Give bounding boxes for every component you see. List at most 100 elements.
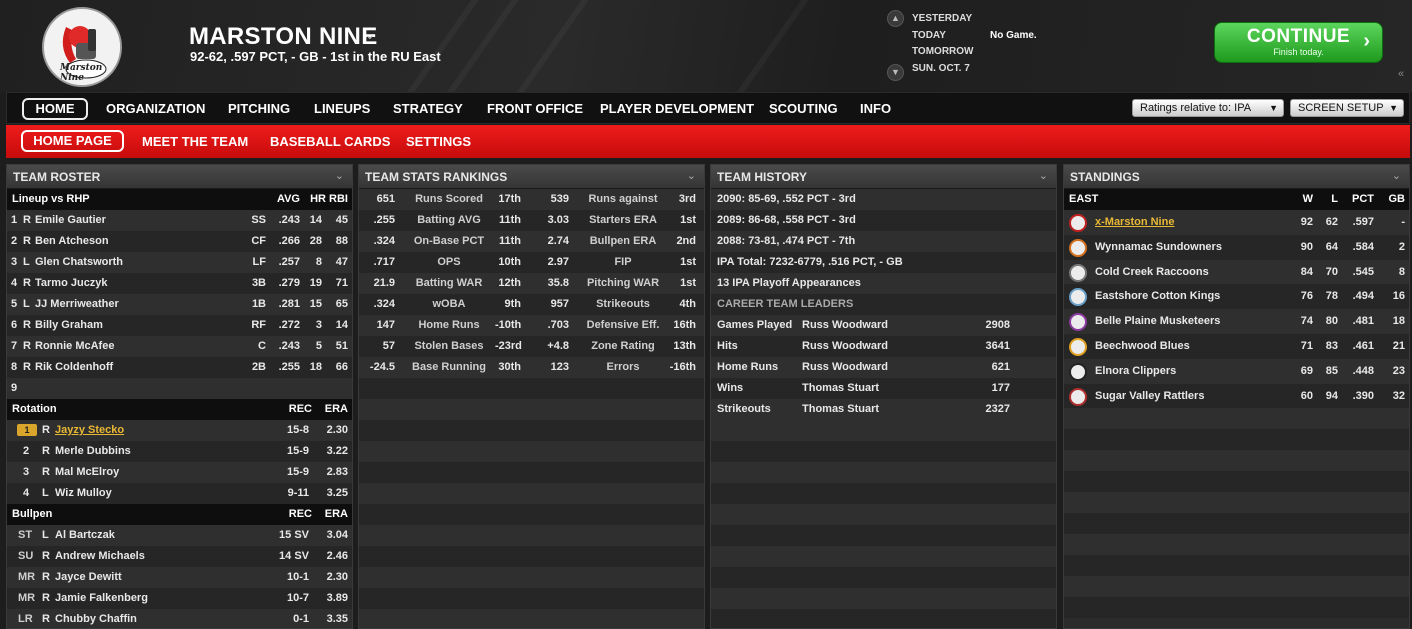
leader-name[interactable]: Thomas Stuart xyxy=(802,382,879,394)
player-name[interactable]: Merle Dubbins xyxy=(55,445,131,457)
team-stats-panel: TEAM STATS RANKINGS ⌄ 651 Runs Scored 17th… xyxy=(358,164,705,629)
rotation-row[interactable]: 4 L Wiz Mulloy 9-11 3.25 xyxy=(7,483,352,504)
team-name[interactable]: Beechwood Blues xyxy=(1095,340,1190,352)
rbi: 51 xyxy=(335,340,348,352)
chevron-down-icon[interactable]: ▼ xyxy=(887,64,904,81)
bullpen-row[interactable]: MR R Jamie Falkenberg 10-7 3.89 xyxy=(7,588,352,609)
leader-name[interactable]: Russ Woodward xyxy=(802,319,888,331)
standings-row[interactable]: Sugar Valley Rattlers 60 94 .390 32 xyxy=(1064,383,1409,409)
rotation-row[interactable]: 3 R Mal McElroy 15-9 2.83 xyxy=(7,462,352,483)
bullpen-row[interactable]: MR R Jayce Dewitt 10-1 2.30 xyxy=(7,567,352,588)
standings-row[interactable]: Elnora Clippers 69 85 .448 23 xyxy=(1064,358,1409,384)
bullpen-row[interactable]: LR R Chubby Chaffin 0-1 3.35 xyxy=(7,609,352,628)
team-name[interactable]: Belle Plaine Musketeers xyxy=(1095,315,1220,327)
chevron-down-icon[interactable]: ⌄ xyxy=(335,169,344,182)
games-back: - xyxy=(1401,216,1405,228)
chevron-down-icon[interactable]: ⌄ xyxy=(1039,169,1048,182)
lineup-row[interactable]: 8 R Rik Coldenhoff 2B .255 18 66 xyxy=(7,357,352,378)
nav-strategy[interactable]: STRATEGY xyxy=(393,101,463,116)
continue-button[interactable]: CONTINUE Finish today. › xyxy=(1214,22,1383,63)
bullpen-row[interactable]: ST L Al Bartczak 15 SV 3.04 xyxy=(7,525,352,546)
lineup-row[interactable]: 2 R Ben Atcheson CF .266 28 88 xyxy=(7,231,352,252)
nav-lineups[interactable]: LINEUPS xyxy=(314,101,370,116)
day-yesterday[interactable]: YESTERDAY xyxy=(912,13,972,24)
player-name[interactable]: Rik Coldenhoff xyxy=(35,361,113,373)
team-logo[interactable]: Marston Nine xyxy=(42,7,122,87)
era: 3.35 xyxy=(326,613,348,625)
lineup-row[interactable]: 9 xyxy=(7,378,352,399)
empty-row xyxy=(359,462,704,483)
team-name[interactable]: x-Marston Nine xyxy=(1095,216,1174,228)
leader-name[interactable]: Russ Woodward xyxy=(802,361,888,373)
lineup-row[interactable]: 4 R Tarmo Juczyk 3B .279 19 71 xyxy=(7,273,352,294)
bullpen-row[interactable]: SU R Andrew Michaels 14 SV 2.46 xyxy=(7,546,352,567)
ratings-select[interactable]: Ratings relative to: IPA ▼ xyxy=(1132,99,1284,117)
nav-info[interactable]: INFO xyxy=(860,101,891,116)
screen-setup-select[interactable]: SCREEN SETUP ▼ xyxy=(1290,99,1404,117)
lineup-row[interactable]: 5 L JJ Merriweather 1B .281 15 65 xyxy=(7,294,352,315)
panel-title: TEAM HISTORY xyxy=(717,170,808,184)
player-name[interactable]: Ben Atcheson xyxy=(35,235,109,247)
team-name[interactable]: Cold Creek Raccoons xyxy=(1095,266,1209,278)
standings-row[interactable]: Belle Plaine Musketeers 74 80 .481 18 xyxy=(1064,309,1409,334)
nav-front-office[interactable]: FRONT OFFICE xyxy=(487,101,583,116)
stat-label: Defensive Eff. xyxy=(586,319,660,331)
nav-home[interactable]: HOME xyxy=(22,98,88,120)
position: RF xyxy=(251,319,266,331)
team-roster-panel: TEAM ROSTER ⌄ Lineup vs RHP AVG HR RBI 1 R Emi… xyxy=(6,164,353,629)
day-tomorrow[interactable]: TOMORROW xyxy=(912,46,973,57)
chevron-down-icon[interactable]: ⌄ xyxy=(1392,169,1401,182)
subnav-baseball-cards[interactable]: BASEBALL CARDS xyxy=(270,134,390,149)
player-name[interactable]: Wiz Mulloy xyxy=(55,487,112,499)
player-name[interactable]: Billy Graham xyxy=(35,319,103,331)
subnav-meet-the-team[interactable]: MEET THE TEAM xyxy=(142,134,248,149)
chevron-up-icon[interactable]: ▲ xyxy=(887,10,904,27)
standings-row[interactable]: Beechwood Blues 71 83 .461 21 xyxy=(1064,333,1409,359)
team-name[interactable]: Eastshore Cotton Kings xyxy=(1095,290,1220,302)
team-name[interactable]: Wynnamac Sundowners xyxy=(1095,241,1222,253)
nav-organization[interactable]: ORGANIZATION xyxy=(106,101,205,116)
standings-row[interactable]: Eastshore Cotton Kings 76 78 .494 16 xyxy=(1064,284,1409,310)
nav-player-development[interactable]: PLAYER DEVELOPMENT xyxy=(600,101,754,116)
player-name[interactable]: Andrew Michaels xyxy=(55,550,145,562)
day-next[interactable]: SUN. OCT. 7 xyxy=(912,63,970,74)
player-name[interactable]: Ronnie McAfee xyxy=(35,340,114,352)
player-name[interactable]: Jayce Dewitt xyxy=(55,571,122,583)
nav-pitching[interactable]: PITCHING xyxy=(228,101,290,116)
team-name[interactable]: Elnora Clippers xyxy=(1095,365,1176,377)
lineup-row[interactable]: 6 R Billy Graham RF .272 3 14 xyxy=(7,315,352,336)
bats-hand: R xyxy=(23,361,31,373)
lineup-row[interactable]: 7 R Ronnie McAfee C .243 5 51 xyxy=(7,336,352,357)
player-name[interactable]: Emile Gautier xyxy=(35,214,106,226)
rotation-row[interactable]: 1 R Jayzy Stecko 15-8 2.30 xyxy=(7,420,352,441)
chevron-down-icon[interactable]: ⌄ xyxy=(364,26,376,43)
standings-row[interactable]: x-Marston Nine 92 62 .597 - xyxy=(1064,210,1409,235)
leader-name[interactable]: Thomas Stuart xyxy=(802,403,879,415)
player-name[interactable]: Tarmo Juczyk xyxy=(35,277,108,289)
player-name[interactable]: Glen Chatsworth xyxy=(35,256,123,268)
day-today[interactable]: TODAY xyxy=(912,30,946,41)
stat-label: Bullpen ERA xyxy=(589,235,657,247)
standings-row[interactable]: Cold Creek Raccoons 84 70 .545 8 xyxy=(1064,259,1409,285)
chevron-down-icon[interactable]: ⌄ xyxy=(687,169,696,182)
collapse-icon[interactable]: « xyxy=(1398,68,1404,80)
subnav-settings[interactable]: SETTINGS xyxy=(406,134,471,149)
player-name[interactable]: Mal McElroy xyxy=(55,466,119,478)
team-name[interactable]: Sugar Valley Rattlers xyxy=(1095,390,1204,402)
player-name[interactable]: Al Bartczak xyxy=(55,529,115,541)
lineup-row[interactable]: 1 R Emile Gautier SS .243 14 45 xyxy=(7,210,352,231)
leader-name[interactable]: Russ Woodward xyxy=(802,340,888,352)
player-name[interactable]: Jamie Falkenberg xyxy=(55,592,148,604)
player-name[interactable]: Chubby Chaffin xyxy=(55,613,137,625)
throws-hand: R xyxy=(42,592,50,604)
rotation-row[interactable]: 2 R Merle Dubbins 15-9 3.22 xyxy=(7,441,352,462)
lineup-row[interactable]: 3 L Glen Chatsworth LF .257 8 47 xyxy=(7,252,352,273)
standings-row[interactable]: Wynnamac Sundowners 90 64 .584 2 xyxy=(1064,234,1409,260)
player-name[interactable]: JJ Merriweather xyxy=(35,298,119,310)
pct: .597 xyxy=(1352,216,1374,228)
subnav-home-page[interactable]: HOME PAGE xyxy=(21,130,124,152)
team-name[interactable]: MARSTON NINE xyxy=(189,23,378,51)
team-logo-icon xyxy=(1069,288,1087,307)
player-name[interactable]: Jayzy Stecko xyxy=(55,424,124,436)
nav-scouting[interactable]: SCOUTING xyxy=(769,101,838,116)
